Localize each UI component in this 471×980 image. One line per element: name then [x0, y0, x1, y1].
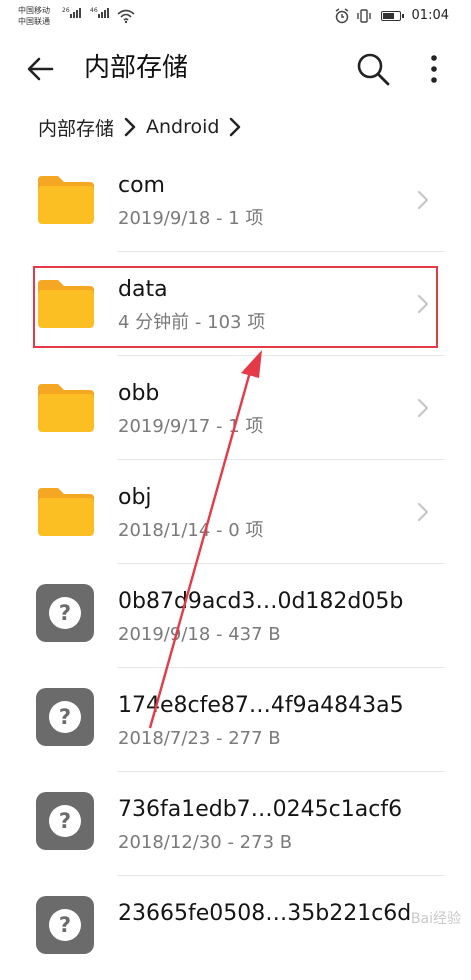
list-item-file[interactable]: ? 0b87d9acd3…0d182d05b 2019/9/18 - 437 B — [0, 564, 471, 668]
highlight-box-data — [33, 266, 438, 348]
carrier-2: 中国联通 — [18, 17, 50, 26]
unknown-file-icon: ? — [36, 688, 94, 746]
status-time: 01:04 — [411, 8, 449, 23]
file-meta: 2018/1/14 - 0 项 — [118, 520, 264, 541]
chevron-right-icon — [418, 399, 428, 417]
file-meta: 2019/9/17 - 1 项 — [118, 416, 264, 437]
file-meta: 2018/12/30 - 273 B — [118, 832, 293, 853]
file-name: 174e8cfe87…4f9a4843a5 — [118, 693, 404, 718]
signal-icon-2 — [98, 8, 109, 18]
breadcrumb-item-android[interactable]: Android — [146, 116, 219, 138]
carrier-names: 中国移动 中国联通 — [18, 5, 50, 27]
file-name: obj — [118, 485, 152, 510]
status-bar: 中国移动 中国联通 26 46 01:04 — [0, 0, 471, 36]
list-item-file[interactable]: ? 23665fe0508…35b221c6d — [0, 876, 471, 980]
list-item-file[interactable]: ? 174e8cfe87…4f9a4843a5 2018/7/23 - 277 … — [0, 668, 471, 772]
list-item-folder-com[interactable]: com 2019/9/18 - 1 项 — [0, 148, 471, 252]
chevron-right-icon — [230, 117, 241, 137]
breadcrumb: 内部存储 Android — [38, 110, 251, 144]
file-name: com — [118, 173, 165, 198]
vibrate-icon — [357, 9, 371, 23]
file-meta: 2018/7/23 - 277 B — [118, 728, 281, 749]
file-name: obb — [118, 381, 160, 406]
wifi-icon — [117, 9, 135, 24]
network-type-1: 26 — [62, 7, 70, 14]
folder-icon — [38, 176, 94, 224]
chevron-right-icon — [418, 191, 428, 209]
unknown-file-icon: ? — [36, 584, 94, 642]
battery-icon — [381, 11, 404, 21]
list-item-folder-obb[interactable]: obb 2019/9/17 - 1 项 — [0, 356, 471, 460]
chevron-right-icon — [124, 117, 136, 137]
alarm-icon — [335, 8, 349, 24]
search-icon[interactable] — [354, 50, 392, 88]
watermark: Bai经验 — [410, 911, 461, 927]
network-type-2: 46 — [90, 7, 98, 14]
carrier-1: 中国移动 — [18, 6, 50, 15]
file-name: 736fa1edb7…0245c1acf6 — [118, 797, 403, 822]
more-options-icon[interactable] — [422, 50, 446, 88]
file-meta: 2019/9/18 - 1 项 — [118, 208, 264, 229]
chevron-right-icon — [418, 503, 428, 521]
unknown-file-icon: ? — [36, 792, 94, 850]
back-arrow-icon[interactable] — [24, 52, 58, 86]
list-item-folder-obj[interactable]: obj 2018/1/14 - 0 项 — [0, 460, 471, 564]
file-name: 0b87d9acd3…0d182d05b — [118, 589, 404, 614]
file-name: 23665fe0508…35b221c6d — [118, 901, 412, 926]
unknown-file-icon: ? — [36, 896, 94, 954]
signal-icon-1 — [70, 8, 81, 18]
breadcrumb-item-internal-storage[interactable]: 内部存储 — [38, 114, 114, 141]
page-title: 内部存储 — [84, 53, 189, 83]
list-item-file[interactable]: ? 736fa1edb7…0245c1acf6 2018/12/30 - 273… — [0, 772, 471, 876]
file-meta: 2019/9/18 - 437 B — [118, 624, 281, 645]
folder-icon — [38, 384, 94, 432]
app-bar: 内部存储 — [0, 36, 471, 102]
folder-icon — [38, 488, 94, 536]
